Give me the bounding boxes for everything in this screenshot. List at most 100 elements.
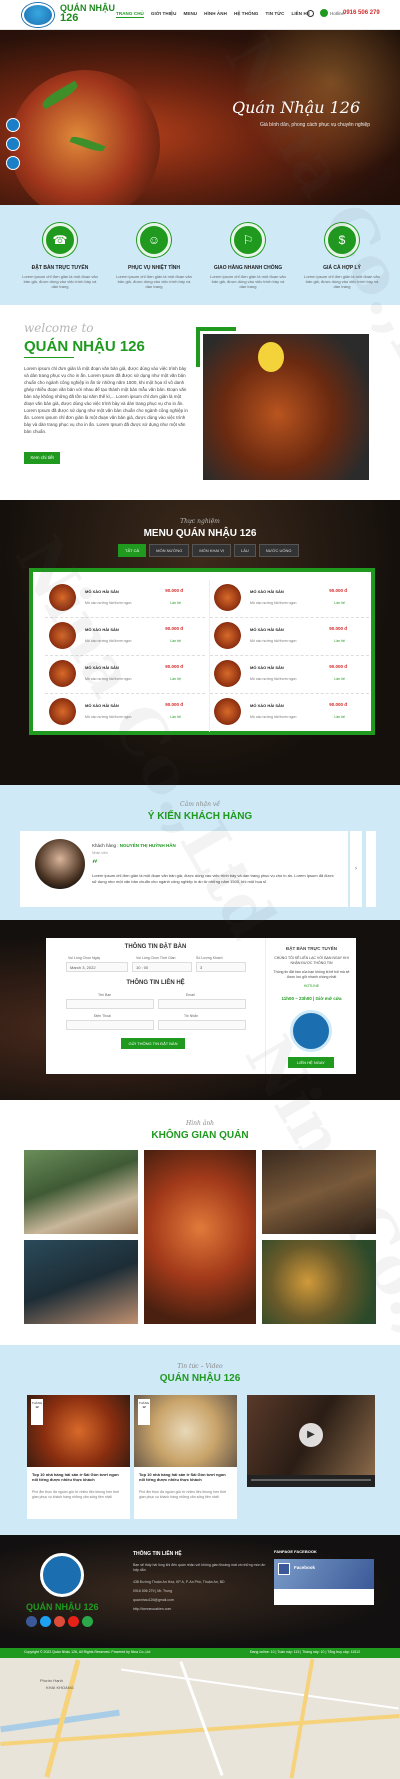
logo-icon[interactable] — [22, 3, 54, 27]
menu-item[interactable]: MÓ XÀO HẢI SẢN Mô xào nướng hải thơm ngon… — [210, 694, 369, 732]
booking-info-panel: ĐẶT BÀN TRỰC TUYẾN CHÚNG TÔI SẼ LIÊN LẠC… — [265, 938, 356, 1074]
youtube-icon[interactable] — [68, 1616, 79, 1627]
menu-panel: MÓ XÀO HẢI SẢN Mô xào nướng hải thơm ngon… — [29, 568, 375, 735]
nav-item-about[interactable]: GIỚI THIỆU — [151, 11, 177, 18]
menu-item-link[interactable]: Lần hệ — [334, 601, 345, 605]
gallery-photo[interactable] — [22, 1238, 140, 1326]
menu-item[interactable]: MÓ XÀO HẢI SẢN Mô xào nướng hải thơm ngon… — [45, 694, 205, 732]
gallery-photo[interactable] — [142, 1148, 258, 1326]
nav-item-gallery[interactable]: HÌNH ẢNH — [204, 11, 227, 18]
date-field[interactable]: March 3, 2022 — [66, 962, 128, 972]
menu-item-desc: Mô xào nướng hải thơm ngon — [85, 639, 132, 643]
menu-item-link[interactable]: Lần hệ — [334, 639, 345, 643]
footer-address: 438 Đường Thuận An Hòa, KP A, P. An Phú,… — [133, 1580, 225, 1584]
news-card[interactable]: THÁNG 12 Top 10 nhà hàng hải sản ở Sài Gò… — [134, 1395, 237, 1519]
news-card[interactable]: THÁNG 12 Top 10 nhà hàng hải sản ở Sài Gò… — [27, 1395, 130, 1519]
logo[interactable]: QUÁN NHẬU 126 — [60, 3, 115, 24]
nav-item-news[interactable]: TIN TỨC — [266, 11, 285, 18]
tab-hotpot[interactable]: LẨU — [234, 544, 256, 557]
gallery-photo[interactable] — [22, 1148, 140, 1236]
facebook-icon[interactable] — [26, 1616, 37, 1627]
tab-grilled[interactable]: MÓN NƯỚNG — [149, 544, 190, 557]
menu-item[interactable]: MÓ XÀO HẢI SẢN Mô xào nướng hải thơm ngon… — [45, 656, 205, 694]
messenger-icon[interactable] — [6, 137, 20, 151]
skype-icon[interactable] — [82, 1616, 93, 1627]
footer-email[interactable]: quannhau126@gmail.com — [133, 1598, 268, 1603]
features-section: ☎ ĐẶT BÀN TRỰC TUYẾN Lorem ipsum chỉ đơn… — [0, 205, 400, 305]
menu-item[interactable]: MÓ XÀO HẢI SẢN Mô xào nướng hải thơm ngon… — [210, 580, 369, 618]
tab-appetizer[interactable]: MÓN KHAI VỊ — [192, 544, 232, 557]
chevron-right-icon[interactable]: › — [350, 831, 362, 907]
message-label: Tin Nhắn — [184, 1014, 199, 1018]
welcome-text: Lorem ipsum chỉ đơn giản là một đoạn văn… — [24, 366, 188, 434]
footer-brand: QUÁN NHẬU 126 — [26, 1602, 99, 1612]
feature-title: ĐẶT BÀN TRỰC TUYẾN — [31, 265, 89, 271]
phone-booking-icon: ☎ — [43, 223, 77, 257]
tab-drinks[interactable]: NƯỚC UỐNG — [258, 544, 299, 557]
menu-item[interactable]: MÓ XÀO HẢI SẢN Mô xào nướng hải thơm ngon… — [45, 580, 205, 618]
read-more-button[interactable]: Xem chi tiết — [24, 452, 60, 464]
gallery-photo[interactable] — [260, 1148, 378, 1236]
nav-item-system[interactable]: HỆ THỐNG — [234, 11, 259, 18]
menu-item-link[interactable]: Lần hệ — [334, 677, 345, 681]
email-label: Email — [186, 993, 195, 997]
menu-item-link[interactable]: Lần hệ — [170, 715, 181, 719]
facebook-page-name[interactable]: Facebook — [294, 1565, 315, 1570]
menu-item[interactable]: MÓ XÀO HẢI SẢN Mô xào nướng hải thơm ngon… — [210, 656, 369, 694]
menu-item-name: MÓ XÀO HẢI SẢN — [250, 589, 284, 594]
facebook-widget[interactable]: Facebook — [274, 1559, 374, 1605]
video-progress[interactable] — [251, 1479, 371, 1481]
booking-card: THÔNG TIN ĐẶT BÀN Vui Lòng Chọn Ngày Vui… — [46, 938, 356, 1074]
call-icon[interactable] — [6, 156, 20, 170]
news-section: Tin tức – Video QUÁN NHẬU 126 THÁNG 12 To… — [0, 1345, 400, 1535]
testimonial-script: Cảm nhận về — [180, 801, 220, 808]
avatar — [35, 839, 85, 889]
search-icon[interactable] — [307, 10, 314, 17]
nav-item-menu[interactable]: MENU — [184, 11, 198, 18]
feature-desc: Lorem ipsum chỉ đơn giản là một đoạn văn… — [116, 274, 192, 289]
visitor-counter: Đang online: 10 | Tuần này: 113 | Tháng … — [250, 1650, 361, 1654]
news-card-title[interactable]: Top 10 nhà hàng hải sản ở Sài Gòn tươi n… — [139, 1472, 232, 1482]
play-icon[interactable]: ▶ — [299, 1423, 323, 1447]
menu-item-desc: Mô xào nướng hải thơm ngon — [250, 715, 297, 719]
phone-field[interactable] — [66, 1020, 154, 1030]
tab-all[interactable]: TẤT CẢ — [118, 544, 147, 557]
hotline-number[interactable]: 0916 506 279 — [343, 10, 380, 16]
twitter-icon[interactable] — [40, 1616, 51, 1627]
google-plus-icon[interactable] — [54, 1616, 65, 1627]
guests-field[interactable]: 3 — [196, 962, 246, 972]
copyright: Copyright © 2022 Quán Nhậu 126, All Righ… — [24, 1650, 151, 1654]
dish-image — [49, 622, 76, 649]
footer-logo[interactable] — [40, 1553, 84, 1597]
hero-subtitle: Giá bình dân, phong cách phục vụ chuyên … — [260, 122, 371, 128]
message-field[interactable] — [158, 1020, 246, 1030]
submit-booking-button[interactable]: GỬI THÔNG TIN ĐẶT BÀN — [121, 1038, 185, 1049]
news-card-title[interactable]: Top 10 nhà hàng hải sản ở Sài Gòn tươi n… — [32, 1472, 125, 1482]
menu-item-link[interactable]: Lần hệ — [170, 639, 181, 643]
booking-section: THÔNG TIN ĐẶT BÀN Vui Lòng Chọn Ngày Vui… — [0, 920, 400, 1100]
footer-website[interactable]: http://tomnecuabien.com — [133, 1607, 268, 1612]
menu-item-link[interactable]: Lần hệ — [170, 677, 181, 681]
nav-item-home[interactable]: TRANG CHỦ — [116, 11, 144, 18]
video-player[interactable]: ▶ — [247, 1395, 375, 1487]
time-field[interactable]: 10 : 00 — [132, 962, 192, 972]
menu-item[interactable]: MÓ XÀO HẢI SẢN Mô xào nướng hải thơm ngon… — [210, 618, 369, 656]
customer-label: Khách hàng : — [92, 843, 119, 848]
dish-image — [49, 584, 76, 611]
menu-item-desc: Mô xào nướng hải thơm ngon — [250, 639, 297, 643]
menu-column-right: MÓ XÀO HẢI SẢN Mô xào nướng hải thơm ngon… — [209, 580, 369, 732]
google-map[interactable]: Phước Hạnh KHAI KHOANG — [0, 1658, 400, 1779]
feature-title: PHỤC VỤ NHIỆT TÌNH — [128, 265, 180, 271]
gallery-photo[interactable] — [260, 1238, 378, 1326]
zalo-icon[interactable] — [6, 118, 20, 132]
contact-now-button[interactable]: LIÊN HỆ NGAY — [288, 1057, 334, 1068]
email-field[interactable] — [158, 999, 246, 1009]
name-field[interactable] — [66, 999, 154, 1009]
menu-item-link[interactable]: Lần hệ — [334, 715, 345, 719]
menu-item-link[interactable]: Lần hệ — [170, 601, 181, 605]
menu-item[interactable]: MÓ XÀO HẢI SẢN Mô xào nướng hải thơm ngon… — [45, 618, 205, 656]
contact-info-title: THÔNG TIN LIÊN HỆ — [126, 980, 185, 986]
opening-hours: 11h00 – 23h00 | Giờ mở cửa — [281, 996, 342, 1001]
next-slide-button[interactable] — [366, 831, 376, 907]
menu-item-desc: Mô xào nướng hải thơm ngon — [250, 677, 297, 681]
